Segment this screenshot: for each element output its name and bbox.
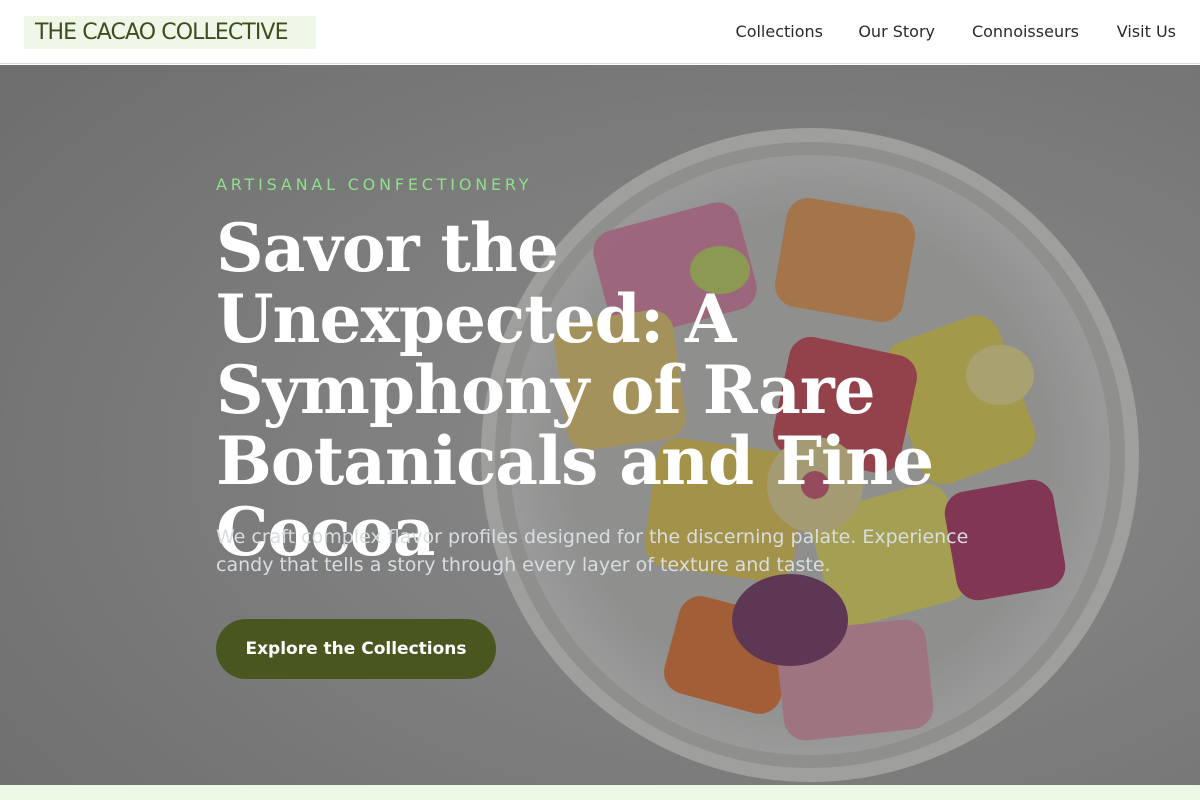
brand-logo[interactable]: THE CACAO COLLECTIVE: [24, 16, 316, 49]
next-section-edge: [0, 785, 1200, 800]
nav-visit-us[interactable]: Visit Us: [1117, 22, 1176, 41]
hero-subtext: We craft complex flavor profiles designe…: [216, 526, 969, 576]
explore-collections-button[interactable]: Explore the Collections: [216, 619, 496, 679]
nav-our-story[interactable]: Our Story: [858, 22, 935, 41]
nav-connoisseurs[interactable]: Connoisseurs: [972, 22, 1079, 41]
site-header: THE CACAO COLLECTIVE Collections Our Sto…: [0, 0, 1200, 64]
nav-collections[interactable]: Collections: [736, 22, 823, 41]
hero-eyebrow: ARTISANAL CONFECTIONERY: [216, 175, 533, 194]
hero-section: ARTISANAL CONFECTIONERY Savor the Unexpe…: [0, 65, 1200, 785]
hero-headline: Savor the Unexpected: A Symphony of Rare…: [216, 209, 934, 571]
